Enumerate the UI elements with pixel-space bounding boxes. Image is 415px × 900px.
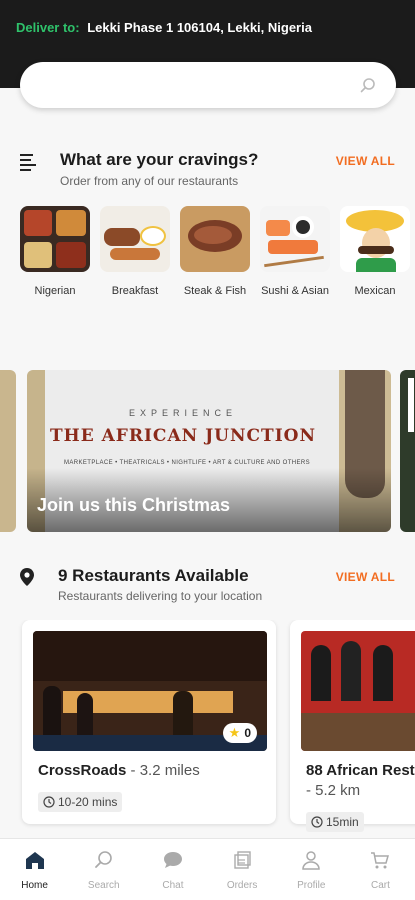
search-icon[interactable] (360, 77, 376, 93)
nav-search[interactable]: Search (69, 839, 138, 900)
restaurants-subtitle: Restaurants delivering to your location (58, 589, 263, 603)
nav-label: Orders (226, 880, 258, 891)
delivery-time-badge: 10-20 mins (38, 792, 123, 812)
delivery-time: 10-20 mins (58, 795, 118, 809)
restaurant-title: CrossRoads (38, 762, 127, 779)
nav-chat[interactable]: Chat (138, 839, 207, 900)
cravings-view-all-link[interactable]: VIEW ALL (336, 154, 395, 168)
restaurant-name: CrossRoads - 3.2 miles (38, 762, 200, 779)
promo-banner[interactable]: EXPERIENCE THE AFRICAN JUNCTION MARKETPL… (27, 370, 391, 532)
banner-tagline: MARKETPLACE • THEATRICALS • NIGHTLIFE • … (63, 460, 311, 466)
restaurant-list[interactable]: ★ 0 CrossRoads - 3.2 miles 10-20 mins 88… (0, 620, 415, 834)
cart-icon (371, 852, 390, 869)
cravings-subtitle: Order from any of our restaurants (60, 174, 239, 188)
nav-label: Profile (297, 880, 326, 891)
nav-label: Search (87, 880, 120, 891)
sushi-food-image (260, 206, 330, 272)
restaurant-photo: ★ 0 (33, 631, 267, 751)
restaurant-distance-line: - 5.2 km (306, 782, 360, 799)
nav-cart[interactable]: Cart (346, 839, 415, 900)
nav-label: Home (21, 880, 48, 891)
clock-icon (43, 796, 55, 808)
menu-lines-icon (20, 154, 36, 171)
mexican-mascot-image (340, 206, 410, 272)
restaurant-distance: - 5.2 km (306, 782, 361, 799)
star-icon: ★ (228, 725, 241, 740)
category-sushi-asian[interactable]: Sushi & Asian (258, 206, 332, 298)
nav-home[interactable]: Home (0, 839, 69, 900)
restaurant-card[interactable]: ★ 0 CrossRoads - 3.2 miles 10-20 mins (22, 620, 276, 824)
location-pin-icon (20, 568, 34, 586)
rating-value: 0 (244, 726, 251, 740)
steak-food-image (180, 206, 250, 272)
deliver-to-label: Deliver to: (16, 20, 80, 35)
banner-kicker: EXPERIENCE (128, 408, 238, 418)
category-breakfast[interactable]: Breakfast (98, 206, 172, 298)
search-bar[interactable] (20, 62, 396, 108)
search-input[interactable] (38, 62, 358, 108)
chat-icon (163, 852, 182, 868)
delivery-address[interactable]: Lekki Phase 1 106104, Lekki, Nigeria (87, 20, 312, 35)
nigerian-food-image (20, 206, 90, 272)
restaurant-card[interactable]: 88 African Rest - 5.2 km 15min (290, 620, 415, 832)
previous-banner-peek[interactable] (0, 370, 16, 532)
category-nigerian[interactable]: Nigerian (18, 206, 92, 298)
category-mexican[interactable]: Mexican (338, 206, 412, 298)
delivery-location[interactable]: Deliver to: Lekki Phase 1 106104, Lekki,… (16, 20, 312, 35)
clock-icon (311, 816, 323, 828)
cravings-header: What are your cravings? Order from any o… (0, 150, 415, 194)
nav-profile[interactable]: Profile (277, 839, 346, 900)
breakfast-food-image (100, 206, 170, 272)
nav-label: Chat (162, 880, 184, 891)
delivery-time: 15min (326, 815, 359, 829)
banner-brand: THE AFRICAN JUNCTION (50, 426, 316, 446)
nav-orders[interactable]: Orders (208, 839, 277, 900)
promo-carousel[interactable]: EXPERIENCE THE AFRICAN JUNCTION MARKETPL… (0, 370, 415, 532)
delivery-time-badge: 15min (306, 812, 364, 832)
orders-icon (234, 851, 251, 869)
cravings-list: Nigerian Breakfast Steak & Fish Sushi & … (0, 206, 415, 316)
restaurant-photo (301, 631, 415, 751)
cravings-title: What are your cravings? (60, 150, 259, 169)
banner-cta: Join us this Christmas (37, 495, 231, 515)
bottom-navigation: Home Search Chat Orders Profile Cart (0, 838, 415, 900)
rating-badge: ★ 0 (222, 723, 257, 743)
restaurant-distance: - 3.2 miles (130, 762, 200, 779)
category-label: Steak & Fish (183, 285, 247, 297)
home-icon (25, 852, 44, 869)
banner-decoration (408, 378, 414, 432)
category-steak-fish[interactable]: Steak & Fish (178, 206, 252, 298)
nav-label: Cart (370, 880, 390, 891)
search-icon (94, 851, 112, 868)
category-label: Breakfast (111, 285, 159, 297)
restaurant-name: 88 African Rest (306, 762, 415, 779)
category-label: Nigerian (34, 285, 76, 297)
profile-icon (302, 851, 321, 870)
next-banner-peek[interactable] (400, 370, 415, 532)
category-label: Mexican (354, 285, 396, 297)
restaurants-view-all-link[interactable]: VIEW ALL (336, 570, 395, 584)
restaurant-title: 88 African Rest (306, 762, 415, 779)
restaurants-header: 9 Restaurants Available Restaurants deli… (0, 566, 415, 610)
category-label: Sushi & Asian (261, 285, 329, 297)
restaurants-title: 9 Restaurants Available (58, 566, 249, 585)
